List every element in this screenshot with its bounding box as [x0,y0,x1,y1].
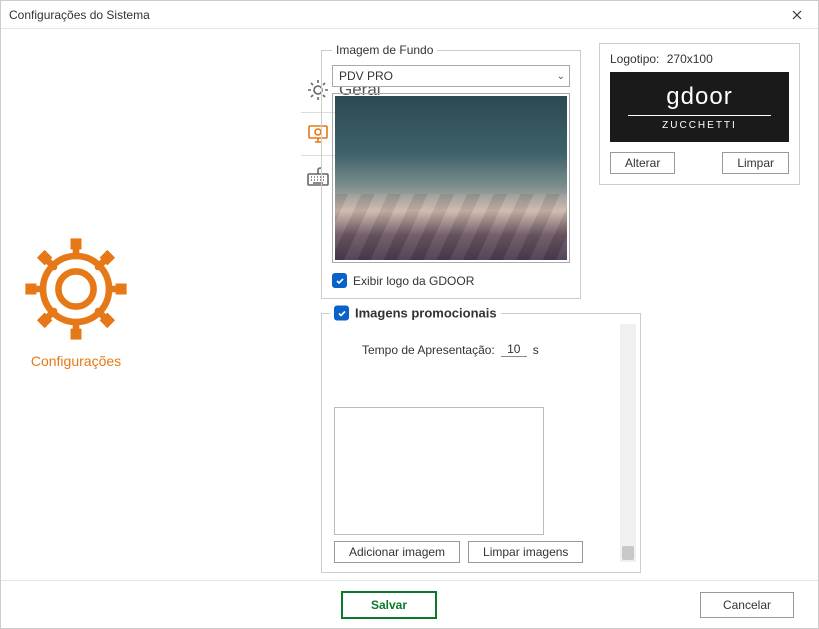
chevron-down-icon: ⌄ [557,71,565,82]
save-button[interactable]: Salvar [341,591,437,619]
logo-dims: 270x100 [667,52,713,66]
promo-time-unit: s [533,343,539,357]
background-image-group: Imagem de Fundo PDV PRO ⌄ Exibir logo da… [321,43,581,299]
settings-window: Configurações do Sistema Configurações [0,0,819,629]
select-value: PDV PRO [339,69,393,83]
background-select[interactable]: PDV PRO ⌄ [332,65,570,87]
settings-gear-icon [21,234,131,347]
logo-clear-button[interactable]: Limpar [722,152,789,174]
background-preview-image [335,96,567,260]
logo-brand-main: gdoor [666,83,732,111]
add-image-button[interactable]: Adicionar imagem [334,541,460,563]
clear-images-button[interactable]: Limpar imagens [468,541,583,563]
background-legend: Imagem de Fundo [332,43,437,57]
scroll-thumb[interactable] [622,546,634,560]
window-body: Configurações Geral Aparência [1,29,818,628]
logo-alter-button[interactable]: Alterar [610,152,675,174]
promo-group: Imagens promocionais Tempo de Apresentaç… [321,313,641,573]
show-logo-checkbox[interactable] [332,273,347,288]
sidebar: Configurações Geral Aparência [1,29,321,628]
footer: Salvar Cancelar [1,580,818,628]
content: Imagem de Fundo PDV PRO ⌄ Exibir logo da… [321,29,818,628]
window-title: Configurações do Sistema [9,8,150,22]
close-icon [792,10,802,20]
logo-brand-sub: ZUCCHETTI [662,120,737,131]
logo-preview: gdoor ZUCCHETTI [610,72,789,142]
promo-time-input[interactable]: 10 [501,342,527,357]
logo-group: Logotipo: 270x100 gdoor ZUCCHETTI Altera… [599,43,800,185]
promo-time-label: Tempo de Apresentação: [362,343,495,357]
close-button[interactable] [782,4,812,26]
promo-checkbox[interactable] [334,306,349,321]
cancel-button[interactable]: Cancelar [700,592,794,618]
promo-image-list[interactable] [334,407,544,535]
check-icon [335,276,345,286]
show-logo-label: Exibir logo da GDOOR [353,274,474,288]
background-preview [332,93,570,263]
logo-label: Logotipo: [610,52,659,66]
check-icon [337,308,347,318]
promo-scrollbar[interactable] [620,324,636,562]
promo-title: Imagens promocionais [355,306,497,321]
titlebar: Configurações do Sistema [1,1,818,29]
sidebar-brand-label: Configurações [31,353,121,369]
